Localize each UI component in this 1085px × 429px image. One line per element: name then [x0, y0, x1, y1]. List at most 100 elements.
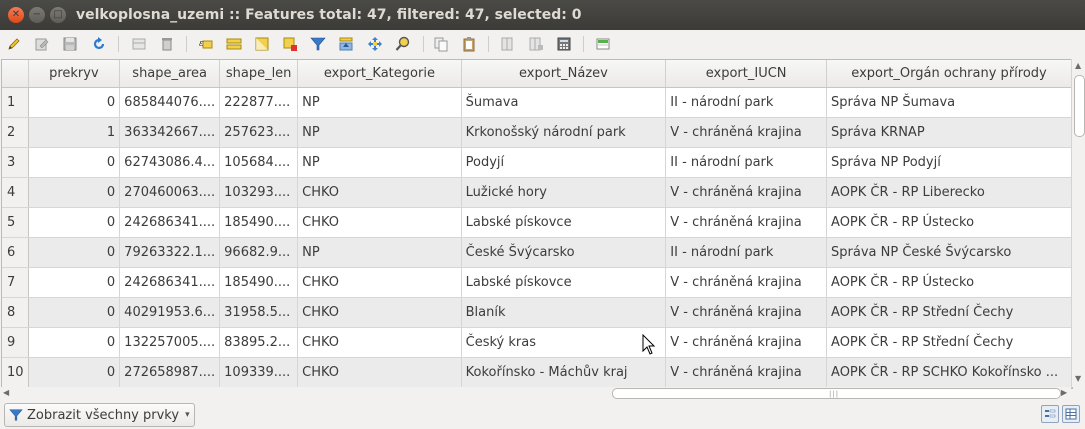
- cell-iucn[interactable]: V - chráněná krajina: [665, 327, 828, 358]
- cell-prekryv[interactable]: 1: [28, 117, 121, 148]
- cell-prekryv[interactable]: 0: [28, 87, 121, 118]
- row-number[interactable]: 2: [2, 117, 29, 148]
- cell-shape-len[interactable]: 185490....: [219, 207, 299, 238]
- open-field-calculator-icon[interactable]: [555, 35, 573, 53]
- table-row[interactable]: 9 0 132257005.... 83895.2... CHKO Český kras V…: [2, 327, 1072, 358]
- cell-kategorie[interactable]: CHKO: [297, 177, 462, 208]
- cell-kategorie[interactable]: NP: [297, 87, 462, 118]
- cell-organ[interactable]: Správa NP Podyjí: [826, 147, 1072, 178]
- row-number[interactable]: 7: [2, 267, 29, 298]
- cell-shape-area[interactable]: 79263322.1...: [119, 237, 221, 268]
- delete-field-icon[interactable]: [527, 35, 545, 53]
- feature-filter-button[interactable]: Zobrazit všechny prvky ▾: [4, 403, 195, 427]
- reload-icon[interactable]: [90, 35, 108, 53]
- cell-prekryv[interactable]: 0: [28, 177, 121, 208]
- select-all-icon[interactable]: [225, 35, 243, 53]
- multi-edit-icon[interactable]: [33, 35, 51, 53]
- scroll-down-icon[interactable]: ▼: [1075, 374, 1081, 383]
- cell-iucn[interactable]: II - národní park: [665, 237, 828, 268]
- table-row[interactable]: 7 0 242686341.... 185490.... CHKO Labské písk…: [2, 267, 1072, 298]
- cell-kategorie[interactable]: NP: [297, 147, 462, 178]
- cell-kategorie[interactable]: CHKO: [297, 327, 462, 358]
- form-view-button[interactable]: [1041, 405, 1059, 423]
- cell-kategorie[interactable]: CHKO: [297, 297, 462, 328]
- table-row[interactable]: 6 0 79263322.1... 96682.9... NP České Švýcars…: [2, 237, 1072, 268]
- row-number[interactable]: 10: [2, 357, 29, 388]
- column-header-nazev[interactable]: export_Název: [461, 60, 667, 88]
- cell-shape-area[interactable]: 242686341....: [119, 267, 221, 298]
- column-header-organ[interactable]: export_Orgán ochrany přírody: [826, 60, 1072, 88]
- table-row[interactable]: 1 0 685844076.... 222877.... NP Šumava II - ná…: [2, 87, 1072, 118]
- cell-prekryv[interactable]: 0: [28, 237, 121, 268]
- column-header-iucn[interactable]: export_IUCN: [665, 60, 828, 88]
- cell-kategorie[interactable]: CHKO: [297, 207, 462, 238]
- cell-shape-area[interactable]: 270460063....: [119, 177, 221, 208]
- cell-organ[interactable]: AOPK ČR - RP Střední Čechy: [826, 327, 1072, 358]
- cell-iucn[interactable]: II - národní park: [665, 87, 828, 118]
- column-header-kategorie[interactable]: export_Kategorie: [297, 60, 462, 88]
- cell-nazev[interactable]: Lužické hory: [461, 177, 667, 208]
- cell-shape-area[interactable]: 62743086.4...: [119, 147, 221, 178]
- cell-prekryv[interactable]: 0: [28, 327, 121, 358]
- zoom-to-selection-icon[interactable]: [394, 35, 412, 53]
- cell-iucn[interactable]: V - chráněná krajina: [665, 267, 828, 298]
- cell-prekryv[interactable]: 0: [28, 357, 121, 388]
- cell-organ[interactable]: AOPK ČR - RP Střední Čechy: [826, 297, 1072, 328]
- cell-organ[interactable]: AOPK ČR - RP Ústecko: [826, 207, 1072, 238]
- cell-iucn[interactable]: V - chráněná krajina: [665, 357, 828, 388]
- select-by-expression-icon[interactable]: ε: [197, 35, 215, 53]
- row-number[interactable]: 5: [2, 207, 29, 238]
- cell-shape-len[interactable]: 103293....: [219, 177, 299, 208]
- cell-shape-len[interactable]: 83895.2...: [219, 327, 299, 358]
- cell-prekryv[interactable]: 0: [28, 297, 121, 328]
- cell-shape-area[interactable]: 272658987....: [119, 357, 221, 388]
- add-feature-icon[interactable]: [130, 35, 148, 53]
- cell-shape-len[interactable]: 257623....: [219, 117, 299, 148]
- cell-nazev[interactable]: České Švýcarsko: [461, 237, 667, 268]
- cell-prekryv[interactable]: 0: [28, 267, 121, 298]
- horizontal-scroll-thumb[interactable]: |||: [612, 388, 1061, 399]
- cell-nazev[interactable]: Blaník: [461, 297, 667, 328]
- vertical-scroll-thumb[interactable]: [1074, 75, 1085, 137]
- table-row[interactable]: 4 0 270460063.... 103293.... CHKO Lužické hor…: [2, 177, 1072, 208]
- scroll-left-icon[interactable]: ◀: [3, 388, 9, 397]
- cell-nazev[interactable]: Krkonošský národní park: [461, 117, 667, 148]
- column-header-shape-area[interactable]: shape_area: [119, 60, 221, 88]
- scroll-right-icon[interactable]: ▶: [1061, 388, 1067, 397]
- cell-iucn[interactable]: V - chráněná krajina: [665, 207, 828, 238]
- cell-nazev[interactable]: Labské pískovce: [461, 207, 667, 238]
- delete-feature-icon[interactable]: [158, 35, 176, 53]
- cell-shape-area[interactable]: 242686341....: [119, 207, 221, 238]
- cell-shape-len[interactable]: 185490....: [219, 267, 299, 298]
- horizontal-scrollbar[interactable]: ◀ ||| ▶: [1, 387, 1071, 400]
- cell-kategorie[interactable]: NP: [297, 237, 462, 268]
- cell-shape-len[interactable]: 105684....: [219, 147, 299, 178]
- cell-organ[interactable]: Správa NP České Švýcarsko: [826, 237, 1072, 268]
- cell-kategorie[interactable]: NP: [297, 117, 462, 148]
- table-row[interactable]: 3 0 62743086.4... 105684.... NP Podyjí II - ná…: [2, 147, 1072, 178]
- new-field-icon[interactable]: [499, 35, 517, 53]
- corner-header[interactable]: [2, 60, 29, 88]
- copy-rows-icon[interactable]: [432, 35, 450, 53]
- column-header-prekryv[interactable]: prekryv: [28, 60, 121, 88]
- cell-organ[interactable]: AOPK ČR - RP SCHKO Kokořínsko ...: [826, 357, 1072, 388]
- table-row[interactable]: 8 0 40291953.6... 31958.5... CHKO Blaník V - c…: [2, 297, 1072, 328]
- cell-nazev[interactable]: Labské pískovce: [461, 267, 667, 298]
- row-number[interactable]: 9: [2, 327, 29, 358]
- cell-iucn[interactable]: II - národní park: [665, 147, 828, 178]
- invert-selection-icon[interactable]: [253, 35, 271, 53]
- filter-select-icon[interactable]: [309, 35, 327, 53]
- table-row[interactable]: 5 0 242686341.... 185490.... CHKO Labské písk…: [2, 207, 1072, 238]
- save-edits-icon[interactable]: [61, 35, 79, 53]
- cell-shape-area[interactable]: 363342667....: [119, 117, 221, 148]
- cell-nazev[interactable]: Podyjí: [461, 147, 667, 178]
- cell-organ[interactable]: AOPK ČR - RP Liberecko: [826, 177, 1072, 208]
- cell-shape-len[interactable]: 109339....: [219, 357, 299, 388]
- cell-iucn[interactable]: V - chráněná krajina: [665, 297, 828, 328]
- cell-prekryv[interactable]: 0: [28, 207, 121, 238]
- cell-iucn[interactable]: V - chráněná krajina: [665, 177, 828, 208]
- cell-shape-len[interactable]: 31958.5...: [219, 297, 299, 328]
- cell-iucn[interactable]: V - chráněná krajina: [665, 117, 828, 148]
- cell-kategorie[interactable]: CHKO: [297, 267, 462, 298]
- scroll-up-icon[interactable]: ▲: [1075, 61, 1081, 70]
